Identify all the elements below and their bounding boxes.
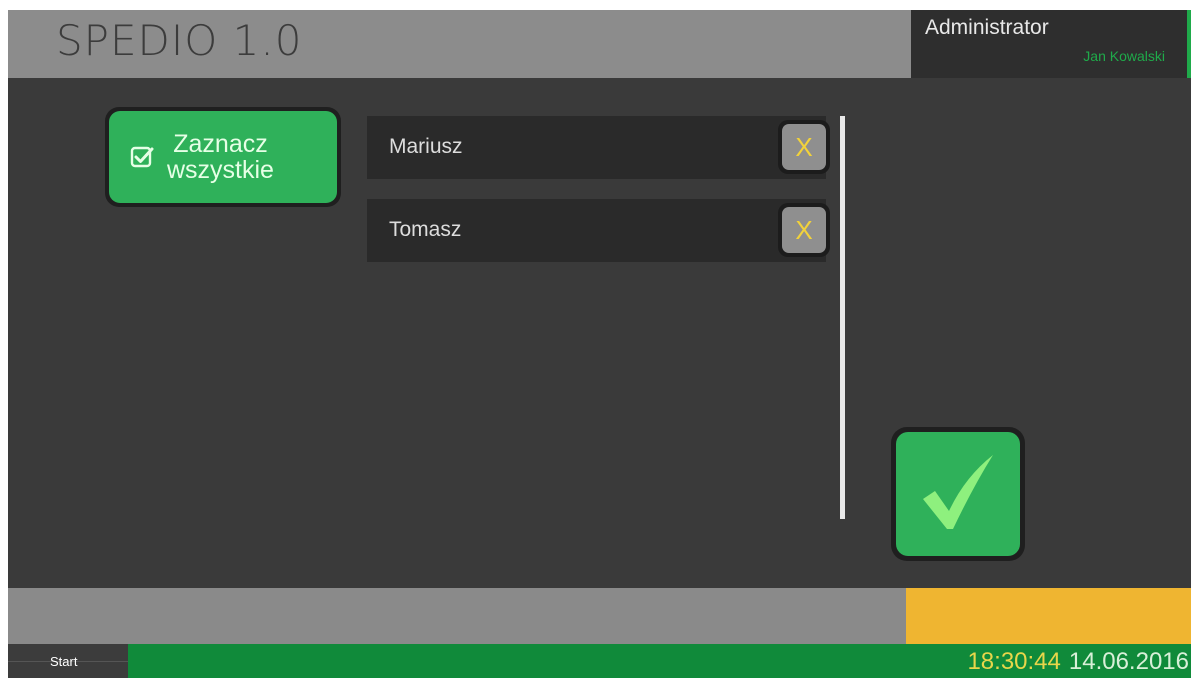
header-bar: SPEDIO 1.0 Administrator Jan Kowalski [8, 10, 1191, 78]
clock-date: 14.06.2016 [1068, 648, 1189, 675]
taskbar: Start 18:30:44 14.06.2016 [8, 644, 1191, 678]
confirm-button[interactable] [891, 427, 1025, 561]
info-bar [8, 588, 906, 644]
list-item-name: Mariusz [389, 135, 463, 158]
remove-button[interactable]: X [778, 203, 830, 257]
app-title: SPEDIO 1.0 [56, 16, 303, 65]
close-icon: X [782, 207, 826, 253]
clock: 18:30:44 14.06.2016 [967, 648, 1189, 676]
remove-button[interactable]: X [778, 120, 830, 174]
app-screen: SPEDIO 1.0 Administrator Jan Kowalski Za… [8, 10, 1191, 678]
start-button[interactable]: Start [8, 644, 128, 678]
list-item-name: Tomasz [389, 218, 462, 241]
user-name: Jan Kowalski [1083, 48, 1165, 64]
close-icon: X [782, 124, 826, 170]
start-label: Start [50, 654, 78, 669]
select-all-button[interactable]: Zaznacz wszystkie [105, 107, 341, 207]
list-item[interactable]: Mariusz X [367, 116, 830, 179]
list-item[interactable]: Tomasz X [367, 199, 830, 262]
list-scrollbar[interactable] [840, 116, 845, 519]
status-bar-yellow [906, 588, 1191, 644]
clock-time: 18:30:44 [967, 648, 1061, 675]
user-role: Administrator [925, 16, 1049, 39]
select-all-label: Zaznacz wszystkie [167, 130, 274, 184]
user-accent-strip [1187, 10, 1191, 78]
checkbox-checked-icon [129, 144, 155, 170]
checkmark-icon [913, 447, 1003, 542]
user-panel[interactable]: Administrator Jan Kowalski [911, 10, 1187, 78]
